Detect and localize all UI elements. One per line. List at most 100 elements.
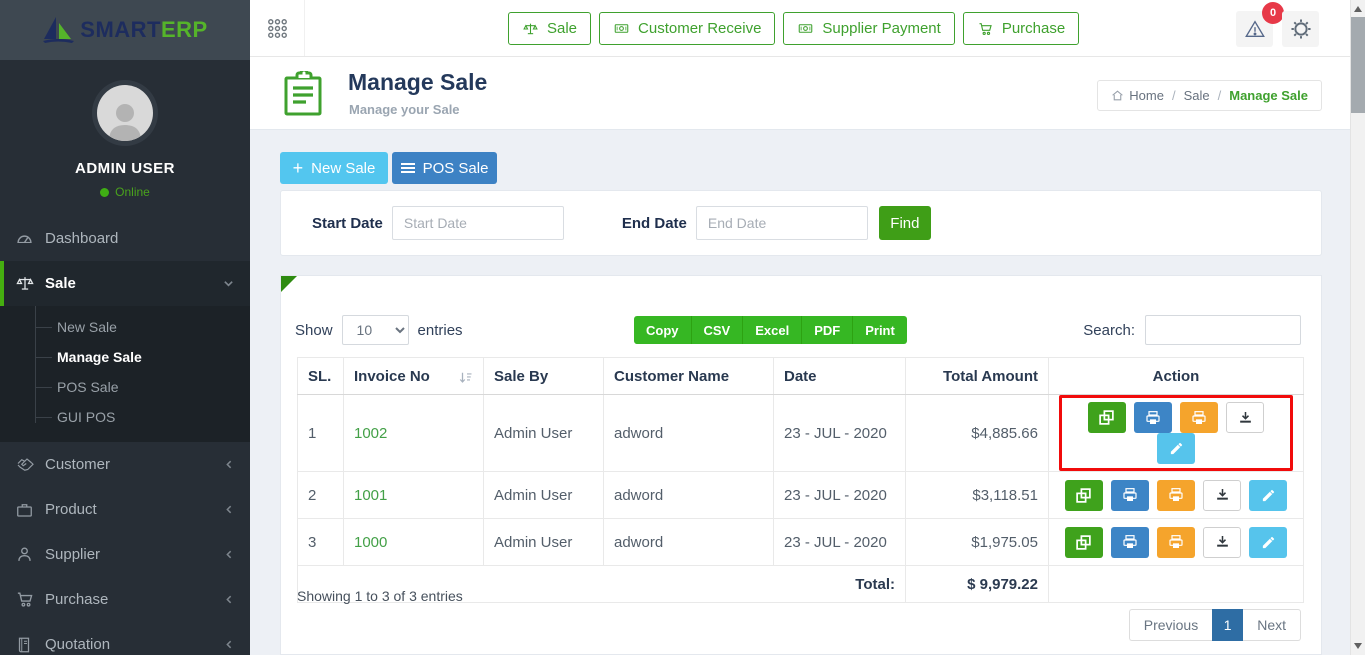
invoice-link[interactable]: 1002 <box>354 425 387 442</box>
cell-amount: $3,118.51 <box>906 472 1049 519</box>
csv-button[interactable]: CSV <box>692 316 744 344</box>
new-sale-button[interactable]: + New Sale <box>280 152 388 184</box>
col-header-date[interactable]: Date <box>774 358 906 395</box>
export-buttons: Copy CSV Excel PDF Print <box>634 316 907 344</box>
quick-nav-purchase-button[interactable]: Purchase <box>963 12 1079 45</box>
sidebar-item-product[interactable]: Product <box>0 487 250 532</box>
cart-icon <box>15 590 45 609</box>
sidebar-item-sale[interactable]: Sale <box>0 261 250 306</box>
money-icon <box>797 21 814 36</box>
pdf-button[interactable]: PDF <box>802 316 853 344</box>
find-button[interactable]: Find <box>879 206 931 240</box>
breadcrumb: Home / Sale / Manage Sale <box>1097 80 1322 111</box>
invoice-link[interactable]: 1001 <box>354 487 387 504</box>
page-length-select[interactable]: 10 <box>342 315 409 345</box>
avatar <box>92 80 158 146</box>
brand-name: SMARTERP <box>80 17 207 43</box>
cell-date: 23 - JUL - 2020 <box>774 519 906 566</box>
table-row: 3 1000 Admin User adword 23 - JUL - 2020… <box>298 519 1304 566</box>
submenu-item-gui-pos[interactable]: GUI POS <box>0 402 250 432</box>
cell-customer: adword <box>604 395 774 472</box>
sidebar-item-dashboard[interactable]: Dashboard <box>0 216 250 261</box>
receipt-print-button[interactable] <box>1134 402 1172 433</box>
breadcrumb-home[interactable]: Home <box>1111 88 1164 103</box>
cell-sl: 2 <box>298 472 344 519</box>
pos-receipt-button[interactable] <box>1157 527 1195 558</box>
sale-submenu: New Sale Manage Sale POS Sale GUI POS <box>0 306 250 442</box>
quick-nav-supplier-payment-button[interactable]: Supplier Payment <box>783 12 954 45</box>
submenu-item-new-sale[interactable]: New Sale <box>0 312 250 342</box>
cell-sl: 3 <box>298 519 344 566</box>
receipt-print-button[interactable] <box>1111 527 1149 558</box>
search-input[interactable] <box>1145 315 1301 345</box>
copy-button[interactable]: Copy <box>634 316 692 344</box>
table-search: Search: <box>1083 315 1301 345</box>
gauge-icon <box>15 229 45 248</box>
page-subtitle: Manage your Sale <box>349 102 460 117</box>
end-date-input[interactable] <box>696 206 868 240</box>
pos-sale-button[interactable]: POS Sale <box>392 152 497 184</box>
alerts-button[interactable]: 0 <box>1236 11 1273 47</box>
chevron-left-icon <box>224 594 234 605</box>
previous-page-button[interactable]: Previous <box>1129 609 1212 641</box>
col-header-customer[interactable]: Customer Name <box>604 358 774 395</box>
cell-sale-by: Admin User <box>484 395 604 472</box>
quick-nav-sale-button[interactable]: Sale <box>508 12 591 45</box>
submenu-item-manage-sale[interactable]: Manage Sale <box>0 342 250 372</box>
sidebar-item-purchase[interactable]: Purchase <box>0 577 250 622</box>
excel-button[interactable]: Excel <box>743 316 802 344</box>
money-icon <box>613 21 630 36</box>
sail-logo-icon <box>42 15 76 45</box>
pos-receipt-button[interactable] <box>1180 402 1218 433</box>
highlighted-action-group <box>1059 395 1293 471</box>
sidebar-item-supplier[interactable]: Supplier <box>0 532 250 577</box>
apps-grid-button[interactable] <box>250 0 305 56</box>
receipt-print-button[interactable] <box>1111 480 1149 511</box>
table-row: 1 1002 Admin User adword 23 - JUL - 2020… <box>298 395 1304 472</box>
col-header-amount[interactable]: Total Amount <box>906 358 1049 395</box>
edit-button[interactable] <box>1249 527 1287 558</box>
scales-icon <box>522 21 539 37</box>
page-1-button[interactable]: 1 <box>1212 609 1243 641</box>
user-status: Online <box>0 185 250 199</box>
pos-receipt-button[interactable] <box>1157 480 1195 511</box>
col-header-invoice[interactable]: Invoice No <box>344 358 484 395</box>
vertical-scrollbar[interactable] <box>1350 0 1365 655</box>
quick-nav-customer-receive-button[interactable]: Customer Receive <box>599 12 775 45</box>
start-date-input[interactable] <box>392 206 564 240</box>
cell-sale-by: Admin User <box>484 519 604 566</box>
scroll-up-arrow-icon[interactable] <box>1354 6 1362 12</box>
submenu-item-pos-sale[interactable]: POS Sale <box>0 372 250 402</box>
grid-icon <box>266 17 289 40</box>
download-button[interactable] <box>1203 527 1241 558</box>
person-icon <box>15 545 45 564</box>
start-date-label: Start Date <box>312 215 383 232</box>
brand-logo[interactable]: SMARTERP <box>0 0 250 60</box>
col-header-sl[interactable]: SL. <box>298 358 344 395</box>
page-title: Manage Sale <box>348 69 487 96</box>
edit-button[interactable] <box>1157 433 1195 464</box>
cell-date: 23 - JUL - 2020 <box>774 472 906 519</box>
end-date-label: End Date <box>622 215 687 232</box>
settings-button[interactable] <box>1282 11 1319 47</box>
invoice-link[interactable]: 1000 <box>354 534 387 551</box>
next-page-button[interactable]: Next <box>1243 609 1301 641</box>
sidebar-item-customer[interactable]: Customer <box>0 442 250 487</box>
sidebar-item-quotation[interactable]: Quotation <box>0 622 250 655</box>
clone-button[interactable] <box>1065 480 1103 511</box>
cell-date: 23 - JUL - 2020 <box>774 395 906 472</box>
scroll-down-arrow-icon[interactable] <box>1354 643 1362 649</box>
sidebar-nav: Dashboard Sale New Sale Manage Sale POS … <box>0 216 250 655</box>
user-name: ADMIN USER <box>0 160 250 177</box>
col-header-sale-by[interactable]: Sale By <box>484 358 604 395</box>
edit-button[interactable] <box>1249 480 1287 511</box>
clone-button[interactable] <box>1088 402 1126 433</box>
chevron-left-icon <box>224 639 234 650</box>
scrollbar-thumb[interactable] <box>1351 17 1365 113</box>
download-button[interactable] <box>1203 480 1241 511</box>
download-button[interactable] <box>1226 402 1264 433</box>
breadcrumb-sale[interactable]: Sale <box>1184 88 1210 103</box>
print-button[interactable]: Print <box>853 316 907 344</box>
chevron-left-icon <box>224 504 234 515</box>
clone-button[interactable] <box>1065 527 1103 558</box>
